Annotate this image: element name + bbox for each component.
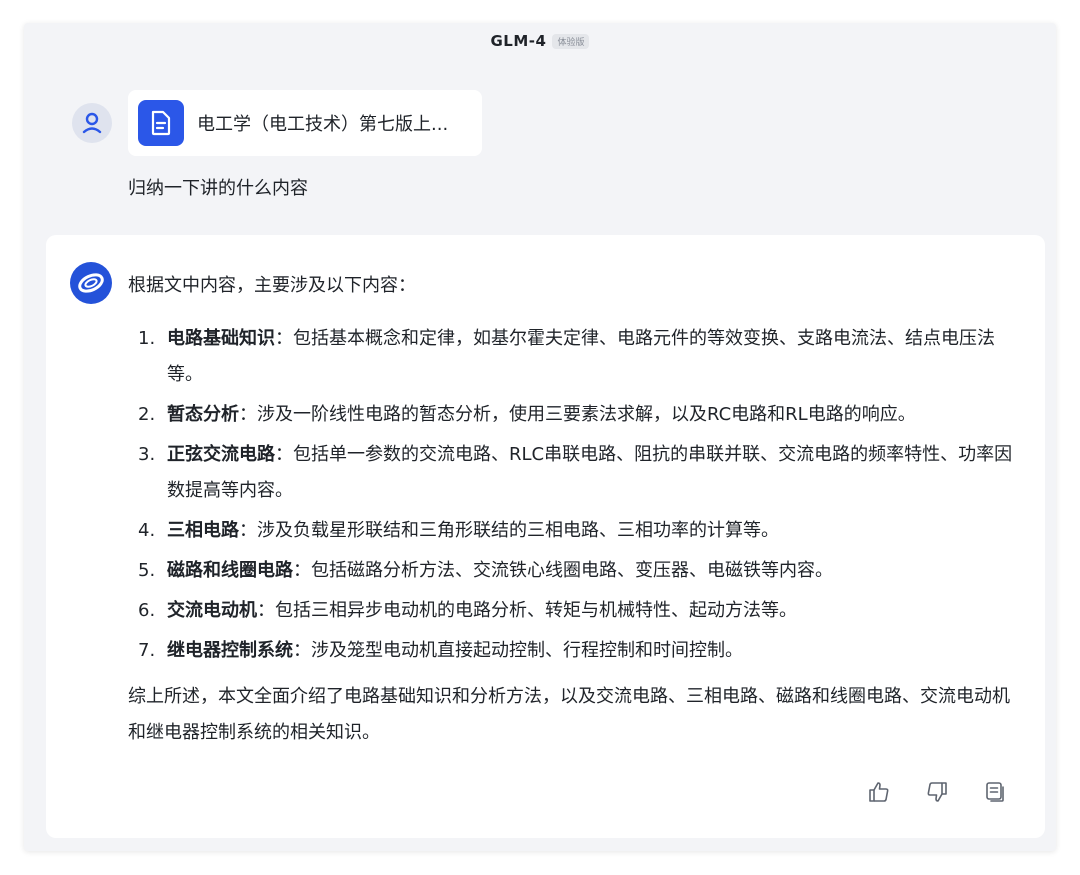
user-avatar (72, 103, 112, 143)
file-name: 电工学（电工技术）第七版上... (197, 114, 449, 135)
thumbs-up-icon (869, 782, 889, 802)
list-item-number: 6. (138, 600, 156, 621)
chat-header: GLM-4 体验版 (24, 23, 1056, 59)
list-item-number: 3. (138, 444, 156, 465)
list-item-title: 三相电路 (167, 520, 239, 541)
list-item-title: 磁路和线圈电路 (167, 560, 293, 581)
dislike-button[interactable] (925, 780, 949, 804)
chat-window: GLM-4 体验版 电工学（电工技术）第七版上... 归纳一下讲的什么内容 根据… (24, 23, 1056, 851)
thumbs-down-icon (927, 782, 947, 802)
copy-button[interactable] (983, 780, 1007, 804)
model-name[interactable]: GLM-4 (491, 32, 547, 50)
glm-logo-icon (70, 262, 112, 304)
copy-icon (986, 782, 1004, 802)
answer-actions (867, 780, 1007, 804)
list-item: 6. 交流电动机：包括三相异步电动机的电路分析、转矩与机械特性、起动方法等。 (128, 593, 1018, 629)
list-item-number: 2. (138, 404, 156, 425)
user-question: 归纳一下讲的什么内容 (128, 178, 308, 199)
list-item-text: ：涉及一阶线性电路的暂态分析，使用三要素法求解，以及RC电路和RL电路的响应。 (239, 404, 916, 425)
list-item: 2. 暂态分析：涉及一阶线性电路的暂态分析，使用三要素法求解，以及RC电路和RL电… (128, 397, 1018, 433)
answer-intro: 根据文中内容，主要涉及以下内容： (128, 275, 416, 296)
answer-list: 1. 电路基础知识：包括基本概念和定律，如基尔霍夫定律、电路元件的等效变换、支路电… (128, 321, 1018, 673)
list-item-text: ：包括磁路分析方法、交流铁心线圈电路、变压器、电磁铁等内容。 (293, 560, 833, 581)
list-item: 7. 继电器控制系统：涉及笼型电动机直接起动控制、行程控制和时间控制。 (128, 633, 1018, 669)
list-item-number: 5. (138, 560, 156, 581)
list-item-number: 4. (138, 520, 156, 541)
list-item-number: 1. (138, 328, 156, 349)
list-item-title: 正弦交流电路 (167, 444, 275, 465)
list-item-text: ：包括基本概念和定律，如基尔霍夫定律、电路元件的等效变换、支路电流法、结点电压法… (167, 328, 995, 385)
list-item-text: ：涉及负载星形联结和三角形联结的三相电路、三相功率的计算等。 (239, 520, 779, 541)
list-item-title: 继电器控制系统 (167, 640, 293, 661)
list-item-title: 暂态分析 (167, 404, 239, 425)
assistant-answer-card: 根据文中内容，主要涉及以下内容： 1. 电路基础知识：包括基本概念和定律，如基尔霍… (46, 235, 1045, 838)
user-icon (82, 112, 102, 134)
like-button[interactable] (867, 780, 891, 804)
list-item: 4. 三相电路：涉及负载星形联结和三角形联结的三相电路、三相功率的计算等。 (128, 513, 1018, 549)
list-item-text: ：包括三相异步电动机的电路分析、转矩与机械特性、起动方法等。 (257, 600, 797, 621)
attached-file-card[interactable]: 电工学（电工技术）第七版上... (128, 90, 482, 156)
list-item-title: 交流电动机 (167, 600, 257, 621)
list-item-number: 7. (138, 640, 156, 661)
list-item-text: ：包括单一参数的交流电路、RLC串联电路、阻抗的串联并联、交流电路的频率特性、功… (167, 444, 1013, 501)
list-item: 5. 磁路和线圈电路：包括磁路分析方法、交流铁心线圈电路、变压器、电磁铁等内容。 (128, 553, 1018, 589)
list-item: 3. 正弦交流电路：包括单一参数的交流电路、RLC串联电路、阻抗的串联并联、交流电… (128, 437, 1018, 509)
version-badge: 体验版 (552, 33, 590, 49)
list-item: 1. 电路基础知识：包括基本概念和定律，如基尔霍夫定律、电路元件的等效变换、支路电… (128, 321, 1018, 393)
list-item-text: ：涉及笼型电动机直接起动控制、行程控制和时间控制。 (293, 640, 743, 661)
document-icon (138, 100, 184, 146)
list-item-title: 电路基础知识 (167, 328, 275, 349)
answer-summary: 综上所述，本文全面介绍了电路基础知识和分析方法，以及交流电路、三相电路、磁路和线… (128, 686, 1010, 743)
